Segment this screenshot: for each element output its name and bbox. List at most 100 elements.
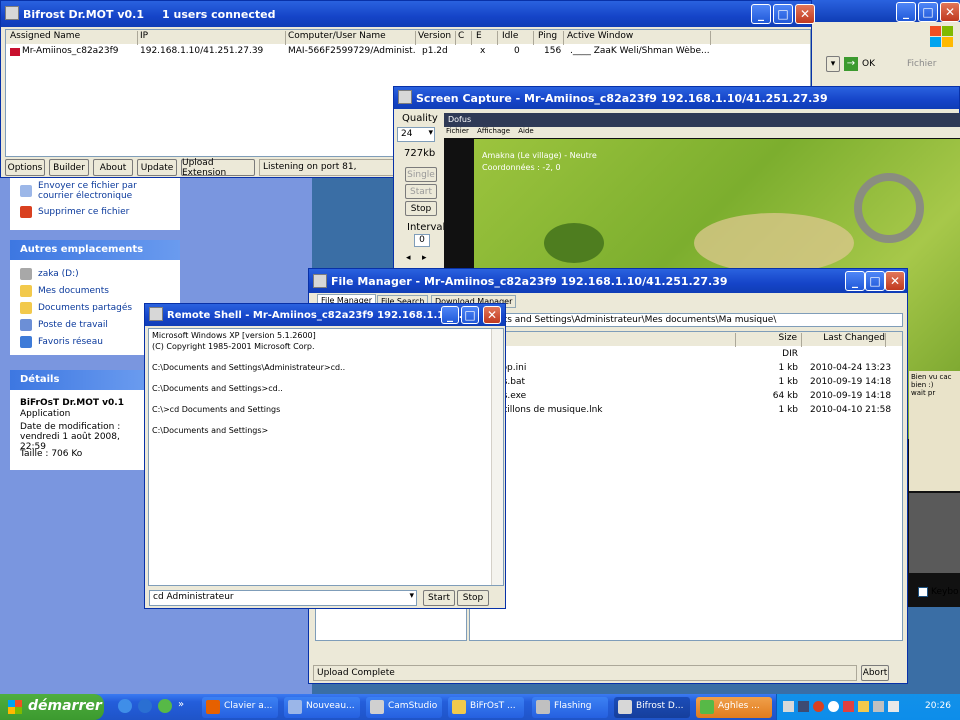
place-drive-d[interactable]: zaka (D:) [20, 268, 79, 280]
details-header[interactable]: Détails [10, 370, 144, 390]
update-button[interactable]: Update [137, 159, 177, 176]
taskbar-item[interactable]: Clavier a... [202, 697, 278, 718]
file-row[interactable]: DIR [470, 348, 902, 362]
options-button[interactable]: Options [5, 159, 45, 176]
shell-start-button[interactable]: Start [423, 590, 455, 606]
quality-select[interactable]: 24 ▾ [397, 127, 435, 142]
email-file-link[interactable]: Envoyer ce fichier par courrier électron… [20, 181, 168, 201]
shell-command-input[interactable]: cd Administrateur ▾ [149, 590, 417, 606]
clock[interactable]: 20:26 [925, 701, 951, 711]
maximize-button[interactable]: □ [773, 4, 793, 24]
fm-path-field[interactable]: cuments and Settings\Administrateur\Mes … [469, 313, 903, 327]
network-icon [20, 336, 32, 348]
folder-icon [20, 302, 32, 314]
game-menu-item[interactable]: Aide [518, 127, 533, 135]
interval-input[interactable]: 0 [414, 234, 430, 247]
bg-close-button[interactable]: ✕ [940, 2, 960, 22]
col-assigned-name[interactable]: Assigned Name [10, 31, 138, 45]
other-places-header[interactable]: Autres emplacements [10, 240, 180, 260]
single-button[interactable]: Single [405, 167, 437, 182]
rs-minimize-button[interactable]: _ [441, 306, 459, 324]
scroll-left-arrow[interactable]: ◂ [406, 253, 418, 265]
fm-maximize-button[interactable]: □ [865, 271, 885, 291]
fm-file-list[interactable]: Size Last Changed DIR top.ini 1 kb 2010-04… [469, 331, 903, 641]
place-shared-documents[interactable]: Documents partagés [20, 302, 132, 314]
place-label: Documents partagés [38, 303, 133, 313]
delete-file-label: Supprimer ce fichier [38, 207, 130, 217]
abort-button[interactable]: Abort [861, 665, 889, 681]
taskbar-item[interactable]: Flashing [532, 697, 608, 718]
col-e[interactable]: E [476, 31, 498, 45]
dropdown-small[interactable]: ▾ [826, 56, 840, 72]
chevron-down-icon[interactable]: ▾ [409, 591, 414, 601]
fm-close-button[interactable]: ✕ [885, 271, 905, 291]
taskbar-item[interactable]: Aghles ... [696, 697, 772, 718]
shell-output[interactable]: Microsoft Windows XP [version 5.1.2600] … [148, 328, 504, 586]
ok-button[interactable]: → OK [844, 56, 890, 72]
tray-icon[interactable] [813, 701, 824, 712]
tray-icon[interactable] [843, 701, 854, 712]
file-row[interactable]: ss.exe 64 kb 2010-09-19 14:18 [470, 390, 902, 404]
col-active-window[interactable]: Active Window [567, 31, 711, 45]
col-ip[interactable]: IP [140, 31, 286, 45]
col-size[interactable]: Size [738, 333, 802, 347]
checkbox-box [918, 587, 928, 597]
fm-minimize-button[interactable]: _ [845, 271, 865, 291]
chat-line: Bien vu cac [911, 373, 952, 381]
game-path [694, 213, 854, 273]
file-row[interactable]: ntillons de musique.lnk 1 kb 2010-04-10 21… [470, 404, 902, 418]
keyboard-checkbox[interactable]: Keybo [918, 586, 960, 598]
delete-file-link[interactable]: Supprimer ce fichier [20, 206, 129, 218]
tray-icon[interactable] [873, 701, 884, 712]
taskbar-item[interactable]: BiFrOsT ... [448, 697, 524, 718]
bg-maximize-button[interactable]: □ [918, 2, 938, 22]
game-menu-item[interactable]: Fichier [446, 127, 469, 135]
col-idle[interactable]: Idle [502, 31, 534, 45]
col-name[interactable] [470, 333, 736, 347]
taskbar-item[interactable]: Nouveau... [284, 697, 360, 718]
place-my-computer[interactable]: Poste de travail [20, 319, 108, 331]
tray-icon[interactable] [783, 701, 794, 712]
keyboard-label: Keybo [931, 587, 959, 597]
table-row[interactable]: Mr-Amiinos_c82a23f9 192.168.1.10/41.251.… [6, 45, 810, 59]
col-ping[interactable]: Ping [538, 31, 564, 45]
rs-close-button[interactable]: ✕ [483, 306, 501, 324]
col-computer[interactable]: Computer/User Name [288, 31, 416, 45]
start-capture-button[interactable]: Start [405, 184, 437, 199]
minimize-button[interactable]: _ [751, 4, 771, 24]
close-button[interactable]: ✕ [795, 4, 815, 24]
scroll-right-arrow[interactable]: ▸ [422, 253, 434, 265]
volume-icon[interactable] [888, 701, 899, 712]
ie-icon[interactable] [138, 699, 152, 713]
col-last-changed[interactable]: Last Changed [806, 333, 886, 347]
col-c[interactable]: C [458, 31, 472, 45]
about-button[interactable]: About [93, 159, 133, 176]
shell-stop-button[interactable]: Stop [457, 590, 489, 606]
flash-icon [536, 700, 550, 714]
taskbar-item[interactable]: CamStudio [366, 697, 442, 718]
taskbar-item[interactable]: Bifrost D... [614, 697, 690, 718]
tray-icon[interactable] [858, 701, 869, 712]
game-menu-item[interactable]: Affichage [477, 127, 510, 135]
windows-logo-icon [8, 700, 22, 714]
ie-icon[interactable] [118, 699, 132, 713]
place-network[interactable]: Favoris réseau [20, 336, 103, 348]
file-manager-title: File Manager - Mr-Amiinos_c82a23f9 192.1… [331, 274, 728, 288]
start-button[interactable]: démarrer [0, 694, 104, 720]
tray-icon[interactable] [828, 701, 839, 712]
place-my-documents[interactable]: Mes documents [20, 285, 109, 297]
computer-icon [20, 319, 32, 331]
builder-button[interactable]: Builder [49, 159, 89, 176]
rs-maximize-button[interactable]: □ [461, 306, 479, 324]
stop-capture-button[interactable]: Stop [405, 201, 437, 216]
file-row[interactable]: ss.bat 1 kb 2010-09-19 14:18 [470, 376, 902, 390]
upload-extension-button[interactable]: Upload Extension [181, 158, 255, 178]
bg-minimize-button[interactable]: _ [896, 2, 916, 22]
folder-icon [452, 700, 466, 714]
shell-scrollbar[interactable] [491, 329, 503, 585]
tray-icon[interactable] [798, 701, 809, 712]
browser-icon[interactable] [158, 699, 172, 713]
chevron-right-icon[interactable]: » [178, 699, 184, 715]
col-version[interactable]: Version [418, 31, 456, 45]
file-row[interactable]: top.ini 1 kb 2010-04-24 13:23 [470, 362, 902, 376]
